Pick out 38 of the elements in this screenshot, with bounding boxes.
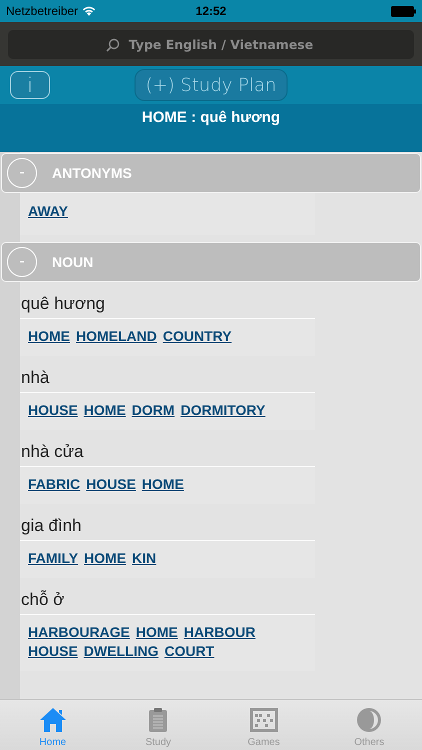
- meaning-text: gia đình: [20, 516, 82, 537]
- search-field[interactable]: Type English / Vietnamese: [8, 30, 414, 58]
- clipboard-icon: [148, 707, 168, 733]
- word-link[interactable]: HOME: [84, 402, 126, 418]
- word-link[interactable]: HOME: [28, 328, 70, 344]
- search-icon: [106, 38, 120, 52]
- word-link[interactable]: COURT: [164, 643, 214, 659]
- wifi-icon: [82, 6, 96, 16]
- house-icon: [38, 707, 67, 733]
- abacus-icon: [248, 707, 279, 733]
- word-link[interactable]: HARBOURAGE: [28, 624, 130, 640]
- meaning-text: quê hương: [20, 294, 106, 315]
- clock-time: 12:52: [196, 4, 226, 18]
- word-link[interactable]: FABRIC: [28, 476, 80, 492]
- battery-icon: [391, 6, 416, 16]
- word-link[interactable]: HOUSE: [86, 476, 136, 492]
- meaning-text: nhà: [20, 368, 50, 389]
- word-link[interactable]: HOMELAND: [76, 328, 157, 344]
- half-circle-icon: [356, 707, 382, 733]
- word-heading: HOME : quê hương: [142, 109, 280, 128]
- word-link[interactable]: HOUSE: [28, 643, 78, 659]
- carrier-name: Netzbetreiber: [6, 4, 78, 18]
- section-title: ANTONYMS: [52, 165, 132, 181]
- word-link[interactable]: AWAY: [28, 203, 68, 219]
- word-link[interactable]: HOME: [84, 550, 126, 566]
- word-link[interactable]: KIN: [132, 550, 156, 566]
- word-link[interactable]: HOME: [142, 476, 184, 492]
- word-link[interactable]: HOME: [136, 624, 178, 640]
- section-title: NOUN: [52, 254, 94, 270]
- meaning-text: nhà cửa: [20, 442, 84, 463]
- word-link[interactable]: COUNTRY: [162, 328, 232, 344]
- word-link[interactable]: DORMITORY: [180, 402, 266, 418]
- word-link[interactable]: FAMILY: [28, 550, 78, 566]
- word-link[interactable]: HARBOUR: [184, 624, 256, 640]
- word-link[interactable]: DORM: [132, 402, 175, 418]
- meaning-text: chỗ ở: [20, 590, 66, 611]
- word-link[interactable]: DWELLING: [84, 643, 158, 659]
- word-link[interactable]: HOUSE: [28, 402, 78, 418]
